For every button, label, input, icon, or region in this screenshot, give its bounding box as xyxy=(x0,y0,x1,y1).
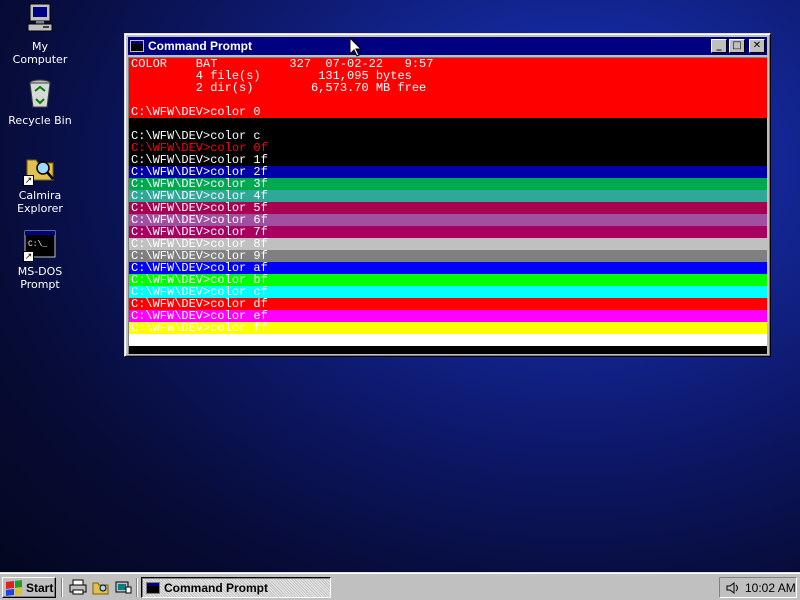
console-line xyxy=(129,334,767,346)
printer-icon[interactable] xyxy=(69,579,87,595)
minimize-button[interactable]: _ xyxy=(711,39,727,53)
start-label: Start xyxy=(26,580,54,595)
task-button-label: Command Prompt xyxy=(164,580,269,595)
task-button-command-prompt[interactable]: Command Prompt xyxy=(141,577,331,598)
console-window-icon xyxy=(146,581,160,594)
clock[interactable]: 10:02 AM xyxy=(745,581,796,595)
shortcut-arrow-icon: ↗ xyxy=(23,175,34,186)
system-tray: 10:02 AM xyxy=(719,577,797,598)
desktop-icon-my-computer[interactable]: My Computer xyxy=(5,3,75,66)
dos-prompt-glyph-text: C:\_ xyxy=(28,240,47,249)
desktop-icon-label: My Computer xyxy=(12,40,68,66)
taskbar-separator xyxy=(136,578,138,597)
start-button[interactable]: Start xyxy=(2,577,56,598)
taskbar: Start Command Prompt 10:02 AM xyxy=(0,572,800,600)
explorer-icon[interactable] xyxy=(92,579,110,595)
command-prompt-window[interactable]: Command Prompt _ □ ✕ COLOR BAT 327 07-02… xyxy=(124,33,771,357)
console-line xyxy=(129,346,767,354)
console-output[interactable]: COLOR BAT 327 07-02-22 9:57 4 file(s) 13… xyxy=(128,57,767,354)
desktop-icon-ms-dos-prompt[interactable]: C:\_ ↗ MS-DOS Prompt xyxy=(5,228,75,291)
windows-logo-icon xyxy=(6,579,22,596)
desktop-icon-label: Calmira Explorer xyxy=(17,189,63,215)
desktop-icon-calmira-explorer[interactable]: ↗ Calmira Explorer xyxy=(5,152,75,215)
desktop-icon-label: MS-DOS Prompt xyxy=(17,265,63,291)
maximize-button[interactable]: □ xyxy=(729,39,745,53)
console-line: C:\WFW\DEV>color 0 xyxy=(129,106,767,118)
shortcut-arrow-icon: ↗ xyxy=(23,251,34,262)
mouse-cursor-icon xyxy=(350,38,362,57)
close-button[interactable]: ✕ xyxy=(749,39,765,53)
folder-icon[interactable] xyxy=(114,579,132,595)
window-title: Command Prompt xyxy=(148,39,253,53)
explorer-icon: ↗ xyxy=(23,152,57,186)
window-titlebar[interactable]: Command Prompt _ □ ✕ xyxy=(128,37,767,55)
computer-icon xyxy=(23,3,57,37)
dos-prompt-icon: C:\_ ↗ xyxy=(23,228,57,262)
console-line: C:\WFW\DEV>color ff xyxy=(129,322,767,334)
desktop-icon-label: Recycle Bin xyxy=(8,114,72,127)
taskbar-separator xyxy=(61,578,63,597)
volume-icon[interactable] xyxy=(726,581,740,594)
recycle-bin-icon xyxy=(23,77,57,111)
desktop-icon-recycle-bin[interactable]: Recycle Bin xyxy=(5,77,75,127)
console-line: 2 dir(s) 6,573.70 MB free xyxy=(129,82,767,94)
console-window-icon[interactable] xyxy=(130,40,144,52)
